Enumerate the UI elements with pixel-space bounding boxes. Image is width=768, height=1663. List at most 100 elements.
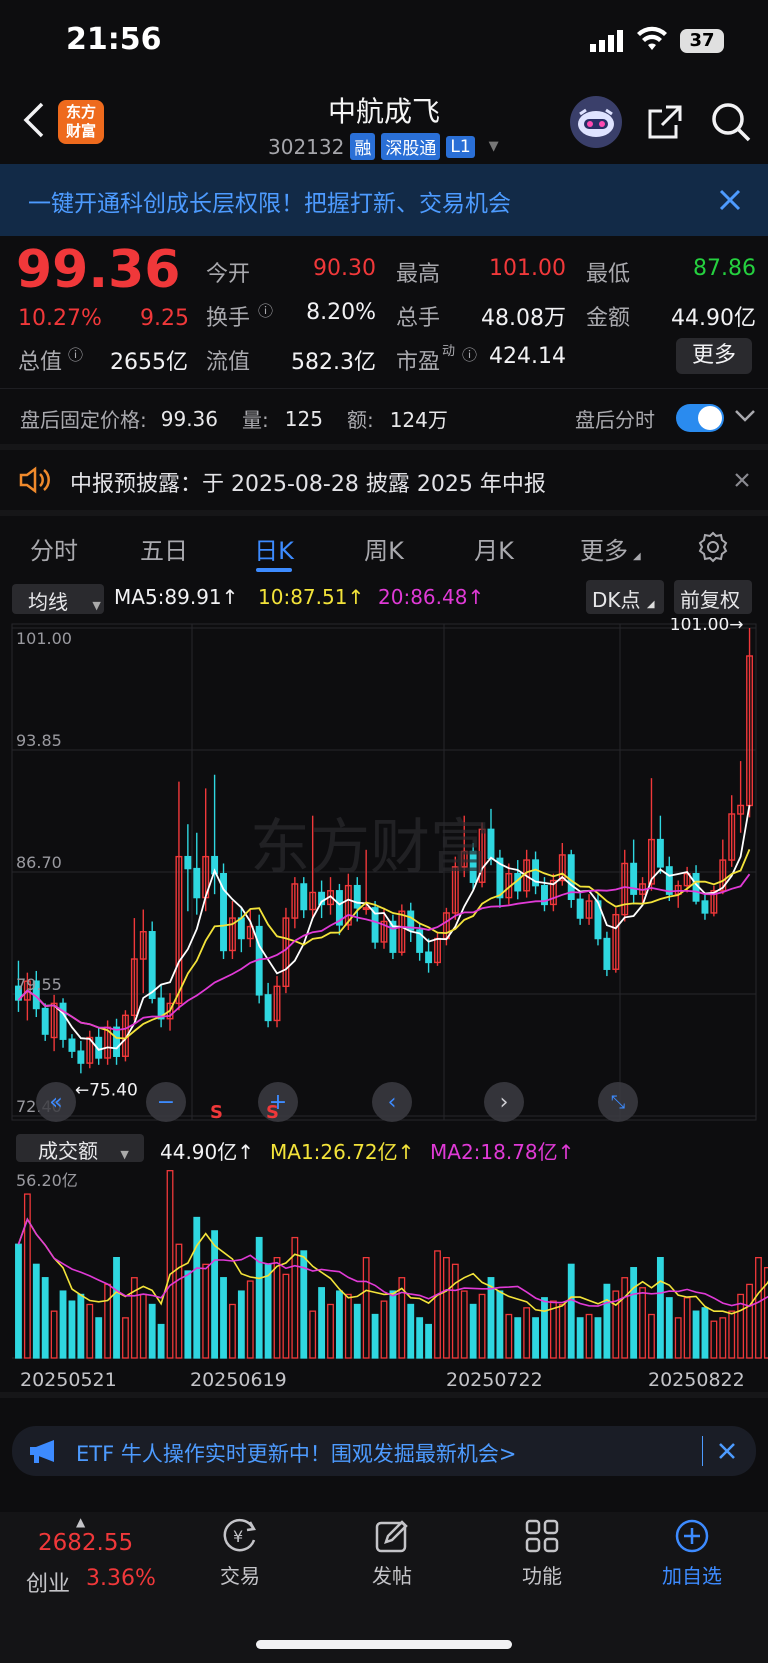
total-value: 2655亿 [110,350,188,375]
nav-functions[interactable]: 功能 [502,1512,582,1592]
volume-chart[interactable]: 56.20亿 [0,1164,768,1364]
low-annotation: ←75.40 [75,1080,138,1100]
nav-add-watchlist[interactable]: 加自选 [652,1512,732,1592]
volume-bar [246,1280,254,1359]
assistant-avatar[interactable] [570,96,622,148]
volume-bar [701,1307,709,1359]
volume-bar [77,1293,85,1359]
home-indicator[interactable] [256,1640,512,1649]
index-change[interactable]: 3.36% [86,1566,156,1591]
candle-body [68,1038,76,1052]
scroll-left-fast-button[interactable]: « [36,1082,76,1122]
etf-banner[interactable]: ETF 牛人操作实时更新中！围观发掘最新机会> [12,1426,756,1476]
volume-value: 48.08万 [481,306,566,331]
info-icon[interactable]: ⓘ [258,300,273,321]
nav-trade-label: 交易 [220,1564,260,1588]
volume-bar [86,1303,94,1359]
dropdown-triangle-icon: ◢ [633,551,641,562]
turnover-value: 8.20% [306,300,376,325]
volume-bar [496,1290,504,1359]
dk-point-button[interactable]: DK点 ◢ [586,580,664,614]
y-tick-label: 101.00 [16,629,72,648]
promo-banner-text: 一键开通科创成长层权限！把握打新、交易机会 [28,191,511,217]
info-icon[interactable]: ⓘ [68,344,83,365]
nav-trade[interactable]: ¥ 交易 [200,1512,280,1592]
tab-more[interactable]: 更多 [564,531,644,566]
volume-bar [122,1317,129,1359]
scroll-right-button[interactable]: › [484,1082,524,1122]
tab-weekly-k[interactable]: 周K [344,531,424,566]
open-label: 今开 [206,262,251,287]
volume-bar [104,1283,112,1359]
battery-icon: 37 [680,29,724,53]
dropdown-triangle-icon: ▼ [92,599,101,612]
volume-bar [728,1310,736,1359]
candle-body [656,838,664,868]
scroll-left-button[interactable]: ‹ [372,1082,412,1122]
volume-bar [648,1313,655,1359]
share-icon[interactable] [646,103,684,145]
volume-bar [674,1317,682,1359]
volume-bar [755,1256,762,1359]
volume-bar [719,1317,727,1359]
low-value: 87.86 [693,256,756,281]
notice-text[interactable]: 中报预披露：于 2025-08-28 披露 2025 年中报 [70,466,546,498]
volume-bar [460,1290,468,1359]
pe-value: 424.14 [489,344,566,369]
after-hours-vol: 125 [284,406,323,431]
stock-code-row[interactable]: 302132 融 深股通 L1 ▼ [268,133,499,160]
zoom-out-button[interactable]: − [146,1082,186,1122]
volume-bar [166,1170,174,1359]
close-icon[interactable] [734,472,750,492]
volume-bar [416,1317,424,1359]
volume-ma1: MA1:26.72亿↑ [270,1140,415,1164]
volume-bar [407,1303,415,1359]
candle-body [425,951,433,964]
indicator-selector[interactable]: 均线 ▼ [12,584,104,614]
volume-bar [95,1317,103,1359]
volume-indicator-selector[interactable]: 成交额 ▼ [16,1134,144,1163]
after-hours-toggle[interactable] [676,404,724,432]
volume-bar [264,1263,272,1359]
change-amount: 9.25 [140,306,189,331]
candle-body [184,855,192,870]
tab-five-day[interactable]: 五日 [124,531,204,566]
turnover-label: 换手 [206,306,251,331]
volume-value: 44.90亿↑ [160,1140,255,1164]
candle-body [665,866,673,895]
volume-bar [157,1323,165,1359]
dk-point-label: DK点 [592,588,641,612]
more-button[interactable]: 更多 [676,338,752,374]
nav-post[interactable]: 发帖 [352,1512,432,1592]
volume-bar [139,1293,147,1359]
close-icon[interactable] [718,188,742,216]
volume-bar [327,1303,334,1359]
chevron-down-icon[interactable] [734,408,756,428]
adjust-button[interactable]: 前复权 [674,580,752,614]
candle-body [59,1002,67,1040]
tab-monthly-k[interactable]: 月K [454,531,534,566]
index-name[interactable]: 创业 [26,1566,70,1598]
candle-body [148,931,156,999]
gear-icon[interactable] [696,530,730,568]
search-icon[interactable] [710,101,752,147]
tab-timeshare[interactable]: 分时 [14,531,94,566]
open-value: 90.30 [313,256,376,281]
change-percent: 10.27% [18,306,102,331]
fullscreen-icon[interactable]: ⤡ [598,1082,638,1122]
candlestick-chart[interactable]: 101.0093.8586.7079.5572.40101.00→←75.40东… [0,618,768,1128]
candle-body [237,917,245,940]
volume-bar [442,1256,450,1359]
section-gap [0,510,768,516]
tab-daily-k[interactable]: 日K [234,531,314,566]
close-icon[interactable] [718,1442,736,1464]
volume-bar [558,1303,566,1359]
volume-bar [202,1263,210,1359]
high-annotation: 101.00→ [670,618,744,635]
after-hours-vol-label: 量: [242,408,269,432]
float-value: 582.3亿 [291,350,376,375]
tag-level: L1 [446,135,475,158]
promo-banner[interactable]: 一键开通科创成长层权限！把握打新、交易机会 [0,164,768,236]
index-value[interactable]: 2682.55 [38,1530,133,1556]
volume-ma2: MA2:18.78亿↑ [430,1140,575,1164]
